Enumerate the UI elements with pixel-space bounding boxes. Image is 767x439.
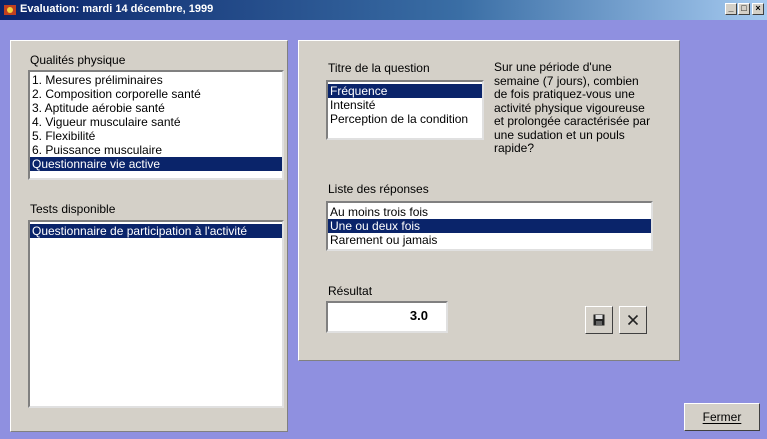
result-label: Résultat <box>328 284 373 298</box>
close-x-icon <box>627 314 639 326</box>
maximize-icon[interactable]: □ <box>738 3 750 15</box>
answer-list-item[interactable]: Rarement ou jamais <box>328 233 651 247</box>
qualities-list-item[interactable]: 3. Aptitude aérobie santé <box>30 101 282 115</box>
tests-list-item[interactable]: Questionnaire de participation à l'activ… <box>30 224 282 238</box>
qualities-label: Qualités physique <box>30 53 126 67</box>
answers-listbox[interactable]: Au moins trois fois Une ou deux fois Rarem… <box>326 201 653 251</box>
tests-label: Tests disponible <box>30 202 116 216</box>
answer-list-item[interactable]: Au moins trois fois <box>328 205 651 219</box>
close-icon[interactable]: × <box>752 3 764 15</box>
answer-list-item[interactable]: Une ou deux fois <box>328 219 651 233</box>
question-list-item[interactable]: Perception de la condition <box>328 112 482 126</box>
result-field[interactable]: 3.0 <box>326 301 448 333</box>
answers-label: Liste des réponses <box>328 182 429 196</box>
questions-listbox[interactable]: Fréquence Intensité Perception de la condi… <box>326 80 484 140</box>
app-icon <box>4 5 16 15</box>
close-window-button[interactable]: Fermer <box>684 403 760 431</box>
qualities-list-item[interactable]: 1. Mesures préliminaires <box>30 73 282 87</box>
question-title-label: Titre de la question <box>328 61 430 75</box>
close-window-label: Fermer <box>702 410 742 424</box>
qualities-list-item[interactable]: 4. Vigueur musculaire santé <box>30 115 282 129</box>
question-panel: Titre de la question Fréquence Intensité P… <box>298 40 680 361</box>
qualities-listbox[interactable]: 1. Mesures préliminaires 2. Composition c… <box>28 70 284 180</box>
question-list-item[interactable]: Fréquence <box>328 84 482 98</box>
window-titlebar[interactable]: Evaluation: mardi 14 décembre, 1999 _ □ … <box>0 0 767 20</box>
qualities-list-item[interactable]: 2. Composition corporelle santé <box>30 87 282 101</box>
qualities-list-item[interactable]: Questionnaire vie active <box>30 157 282 171</box>
tests-listbox[interactable]: Questionnaire de participation à l'activ… <box>28 220 284 408</box>
save-button[interactable] <box>585 306 613 334</box>
question-text: Sur une période d'une semaine (7 jours),… <box>494 60 651 155</box>
question-list-item[interactable]: Intensité <box>328 98 482 112</box>
save-icon <box>593 314 605 326</box>
qualities-list-item[interactable]: 5. Flexibilité <box>30 129 282 143</box>
cancel-button[interactable] <box>619 306 647 334</box>
qualities-list-item[interactable]: 6. Puissance musculaire <box>30 143 282 157</box>
left-panel: Qualités physique 1. Mesures préliminair… <box>10 40 288 432</box>
minimize-icon[interactable]: _ <box>725 3 737 15</box>
window-title: Evaluation: mardi 14 décembre, 1999 <box>20 3 214 15</box>
